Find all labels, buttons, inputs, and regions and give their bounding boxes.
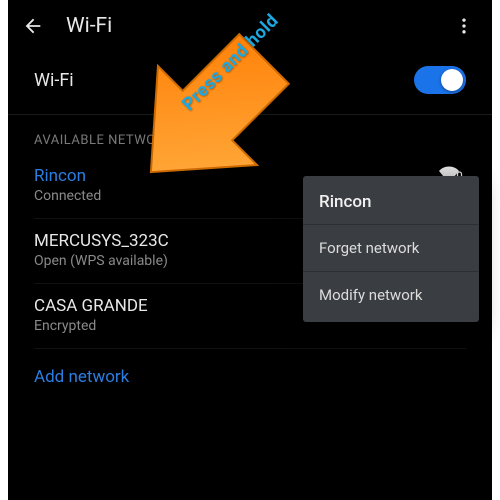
context-menu-modify[interactable]: Modify network — [303, 272, 479, 318]
context-menu: Rincon Forget network Modify network — [303, 176, 479, 322]
back-arrow-icon[interactable] — [22, 15, 44, 37]
section-header: AVAILABLE NETWORKS — [8, 115, 492, 154]
page-title: Wi-Fi — [66, 14, 112, 38]
wifi-toggle-switch[interactable] — [414, 66, 466, 94]
add-network-button[interactable]: Add network — [8, 349, 492, 405]
context-menu-title: Rincon — [303, 180, 479, 224]
context-menu-forget[interactable]: Forget network — [303, 225, 479, 271]
wifi-master-label: Wi-Fi — [34, 70, 74, 91]
wifi-master-row[interactable]: Wi-Fi — [8, 48, 492, 114]
more-vert-icon[interactable] — [454, 16, 474, 36]
